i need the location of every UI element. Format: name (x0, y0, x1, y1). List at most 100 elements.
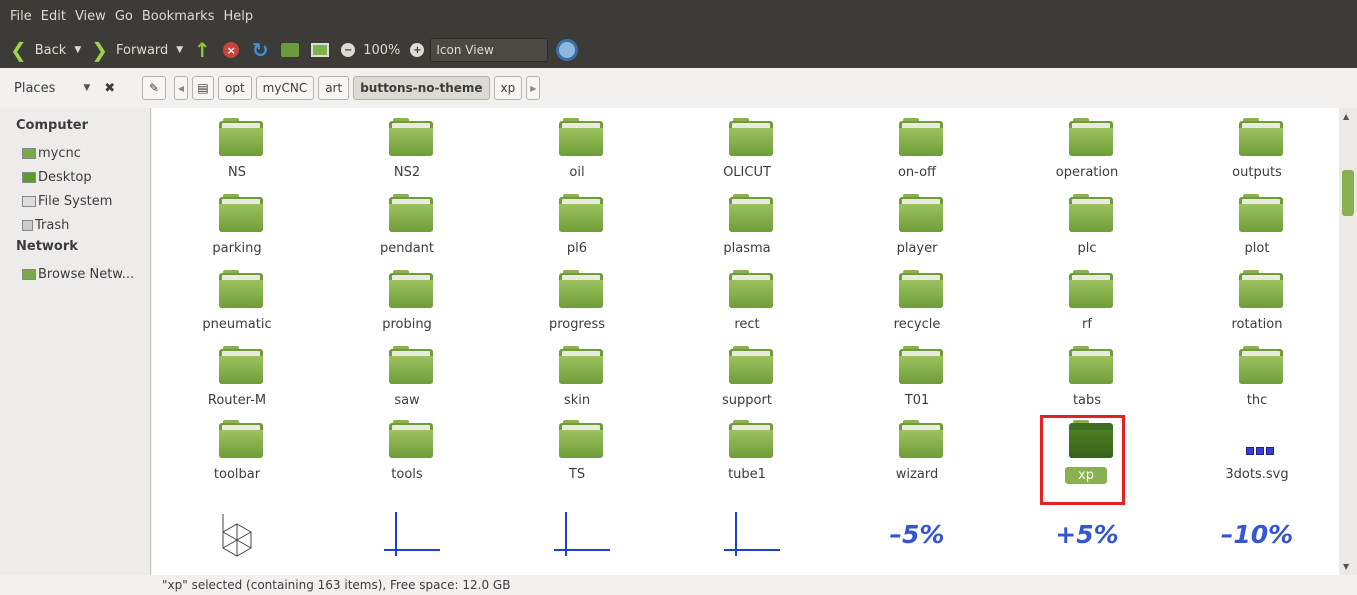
file-item[interactable]: –5% (832, 520, 1002, 575)
item-label: pendant (379, 241, 435, 256)
folder-item[interactable]: player (832, 194, 1002, 270)
file-item[interactable]: +5% (1002, 520, 1172, 575)
item-label: toolbar (213, 467, 261, 482)
crumb-art[interactable]: art (318, 76, 350, 100)
folder-item[interactable]: TS (492, 420, 662, 496)
menu-help[interactable]: Help (223, 9, 253, 24)
scrollbar-thumb[interactable] (1342, 170, 1354, 216)
sidebar-header-computer: Computer (16, 118, 89, 133)
folder-item[interactable]: saw (322, 346, 492, 422)
sidebar-item-trash[interactable]: Trash (22, 213, 150, 237)
yz-axes-icon (554, 512, 610, 556)
menu-view[interactable]: View (75, 9, 106, 24)
folder-item[interactable]: plc (1002, 194, 1172, 270)
folder-item[interactable]: rotation (1172, 270, 1339, 346)
crumb-buttons-no-theme[interactable]: buttons-no-theme (353, 76, 490, 100)
back-button[interactable]: ❮ Back ▼ (10, 38, 81, 62)
file-item[interactable]: 3dots.svg (1172, 420, 1339, 496)
folder-icon (389, 270, 433, 308)
view-mode-select[interactable]: Icon View (430, 38, 549, 62)
folder-icon (729, 420, 773, 458)
folder-item[interactable]: on-off (832, 118, 1002, 194)
file-item[interactable] (662, 508, 832, 575)
folder-icon (1239, 346, 1283, 384)
folder-icon (1069, 346, 1113, 384)
sidebar-item-label: Browse Netw... (38, 266, 135, 282)
folder-item[interactable]: progress (492, 270, 662, 346)
crumb-right-arrow-icon[interactable]: ▶ (526, 76, 541, 100)
folder-item[interactable]: skin (492, 346, 662, 422)
crumb-root-drive-icon[interactable]: ▤ (192, 76, 214, 100)
file-item[interactable] (492, 508, 662, 575)
folder-item[interactable]: T01 (832, 346, 1002, 422)
home-folder-icon[interactable] (281, 41, 300, 59)
forward-button[interactable]: ❯ Forward ▼ (91, 38, 183, 62)
folder-item[interactable]: outputs (1172, 118, 1339, 194)
folder-icon (389, 118, 433, 156)
folder-item[interactable]: rf (1002, 270, 1172, 346)
folder-item[interactable]: operation (1002, 118, 1172, 194)
file-item[interactable] (322, 508, 492, 575)
menu-file[interactable]: File (10, 9, 32, 24)
menu-edit[interactable]: Edit (41, 9, 66, 24)
folder-item[interactable]: tabs (1002, 346, 1172, 422)
folder-item[interactable]: tools (322, 420, 492, 496)
folder-item[interactable]: support (662, 346, 832, 422)
up-arrow-icon[interactable]: ↑ (193, 38, 211, 62)
vertical-scrollbar[interactable]: ▲ ▼ (1339, 108, 1357, 575)
close-sidebar-icon[interactable]: ✖ (104, 81, 115, 96)
folder-item[interactable]: plot (1172, 194, 1339, 270)
folder-item[interactable]: pl6 (492, 194, 662, 270)
places-selector[interactable]: Places ▼ ✖ (14, 81, 124, 96)
reload-icon[interactable]: ↻ (251, 38, 269, 62)
crumb-xp[interactable]: xp (493, 76, 523, 100)
zoom-out-icon[interactable]: − (341, 43, 356, 57)
search-icon[interactable] (556, 39, 579, 61)
folder-item[interactable]: plasma (662, 194, 832, 270)
menu-bookmarks[interactable]: Bookmarks (142, 9, 215, 24)
folder-item[interactable]: thc (1172, 346, 1339, 422)
folder-item[interactable]: NS2 (322, 118, 492, 194)
file-item[interactable] (152, 508, 322, 575)
folder-icon (1239, 270, 1283, 308)
crumb-mycnc[interactable]: myCNC (255, 76, 315, 100)
zoom-in-icon[interactable]: + (410, 43, 425, 57)
sidebar-item-browse-network[interactable]: Browse Netw... (22, 262, 150, 286)
forward-dropdown-icon[interactable]: ▼ (176, 45, 183, 55)
folder-item[interactable]: recycle (832, 270, 1002, 346)
folder-item[interactable]: oil (492, 118, 662, 194)
sidebar-item-desktop[interactable]: Desktop (22, 165, 150, 189)
edit-location-button[interactable]: ✎ (142, 76, 166, 100)
folder-item[interactable]: tube1 (662, 420, 832, 496)
file-item[interactable]: –10% (1172, 520, 1339, 575)
folder-item[interactable]: toolbar (152, 420, 322, 496)
stop-icon[interactable]: × (223, 42, 240, 58)
folder-item[interactable]: probing (322, 270, 492, 346)
back-dropdown-icon[interactable]: ▼ (74, 45, 81, 55)
folder-item[interactable]: rect (662, 270, 832, 346)
folder-icon (219, 118, 263, 156)
folder-item[interactable]: pendant (322, 194, 492, 270)
computer-icon[interactable] (311, 41, 330, 59)
item-label: plasma (723, 241, 771, 256)
folder-item[interactable]: wizard (832, 420, 1002, 496)
folder-icon (559, 420, 603, 458)
item-label: progress (548, 317, 606, 332)
folder-item[interactable]: Router-M (152, 346, 322, 422)
item-label: on-off (897, 165, 937, 180)
location-bar: Places ▼ ✖ ✎ ◀ ▤ opt myCNC art buttons-n… (0, 72, 1357, 104)
places-dropdown-icon[interactable]: ▼ (83, 83, 90, 93)
sidebar-item-mycnc[interactable]: mycnc (22, 141, 150, 165)
folder-item[interactable]: parking (152, 194, 322, 270)
sidebar-item-file-system[interactable]: File System (22, 189, 150, 213)
crumb-opt[interactable]: opt (218, 76, 252, 100)
item-label: rf (1082, 317, 1092, 332)
folder-item[interactable]: OLICUT (662, 118, 832, 194)
crumb-left-arrow-icon[interactable]: ◀ (174, 76, 188, 100)
scroll-up-arrow-icon[interactable]: ▲ (1343, 112, 1349, 121)
scroll-down-arrow-icon[interactable]: ▼ (1343, 562, 1349, 571)
folder-item[interactable]: pneumatic (152, 270, 322, 346)
item-label: operation (1055, 165, 1119, 180)
folder-item[interactable]: NS (152, 118, 322, 194)
menu-go[interactable]: Go (115, 9, 133, 24)
